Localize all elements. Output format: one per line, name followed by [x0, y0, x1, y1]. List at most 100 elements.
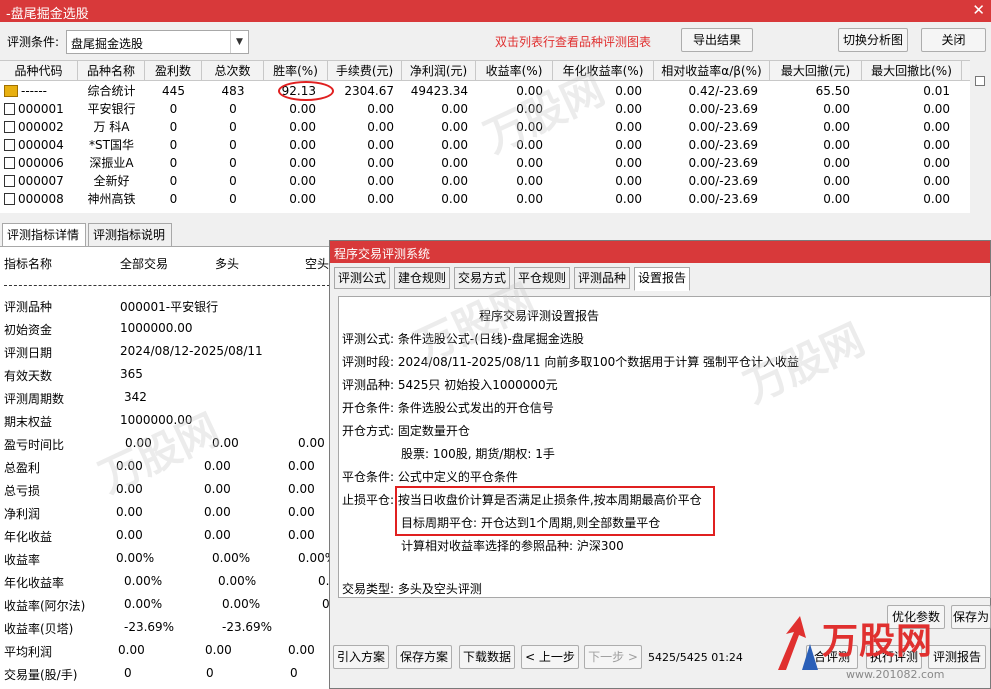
- tab-formula[interactable]: 评测公式: [334, 267, 391, 289]
- detail-name: 年化收益: [4, 530, 53, 544]
- table-cell: 0.00: [367, 138, 394, 152]
- table-cell: 0.00: [516, 174, 543, 188]
- detail-name: 评测日期: [4, 346, 53, 360]
- table-cell: 0: [229, 192, 237, 206]
- tab-detail[interactable]: 评测指标详情: [2, 223, 86, 247]
- column-header[interactable]: 盈利数: [145, 61, 202, 81]
- detail-name: 收益率(阿尔法): [4, 599, 86, 613]
- table-header: 品种代码 品种名称 盈利数 总次数 胜率(%) 手续费(元) 净利润(元) 收益率(%) 年化收…: [0, 61, 970, 81]
- logo-arrow-icon: [778, 616, 818, 670]
- table-cell: *ST国华: [89, 138, 134, 152]
- table-row[interactable]: 000004 *ST国华 0 0 0.00 0.00 0.00 0.00 0.00 0.00/-2…: [0, 136, 970, 154]
- column-header[interactable]: 最大回撤(元): [770, 61, 862, 81]
- column-header[interactable]: 最大回撤比(%): [862, 61, 962, 81]
- column-header[interactable]: 相对收益率α/β(%): [654, 61, 770, 81]
- tab-close-rule[interactable]: 平仓规则: [514, 267, 571, 289]
- table-cell: 0: [229, 156, 237, 170]
- table-cell: 0.00: [289, 138, 316, 152]
- table-cell: 0.00: [923, 156, 950, 170]
- detail-name: 期末权益: [4, 415, 53, 429]
- tab-report-settings[interactable]: 设置报告: [634, 267, 691, 291]
- detail-long: 0.00: [204, 528, 231, 542]
- detail-short: 0.00: [288, 505, 315, 519]
- report-line: 开仓条件: 条件选股公式发出的开仓信号: [342, 401, 554, 415]
- column-header[interactable]: 品种代码: [0, 61, 78, 81]
- table-cell: 0.00: [823, 120, 850, 134]
- column-header[interactable]: 品种名称: [78, 61, 145, 81]
- table-cell: 0: [169, 192, 178, 206]
- table-row[interactable]: 000002 万 科A 0 0 0.00 0.00 0.00 0.00 0.00 0.00/-23…: [0, 118, 970, 136]
- report-line: 开仓方式: 固定数量开仓: [342, 424, 470, 438]
- tab-open-rule[interactable]: 建仓规则: [394, 267, 451, 289]
- close-icon[interactable]: ✕: [972, 1, 985, 19]
- tab-trade-mode[interactable]: 交易方式: [454, 267, 511, 289]
- table-cell: 0: [229, 174, 237, 188]
- save-plan-button[interactable]: 保存方案: [396, 645, 452, 669]
- table-cell: 000006: [0, 154, 78, 172]
- table-row[interactable]: 000007 全新好 0 0 0.00 0.00 0.00 0.00 0.00 0.00/-23.…: [0, 172, 970, 190]
- table-cell: 000001: [0, 100, 78, 118]
- table-row[interactable]: 000001 平安银行 0 0 0.00 0.00 0.00 0.00 0.00 0.00/-23…: [0, 100, 970, 118]
- brand-logo: 万股网 www.201082.com: [770, 610, 985, 686]
- switch-chart-button[interactable]: 切换分析图: [838, 28, 908, 52]
- table-cell: 0.00/-23.69: [688, 192, 758, 206]
- table-cell: 0.00: [823, 102, 850, 116]
- chevron-down-icon[interactable]: ▼: [230, 31, 248, 53]
- tab-explanation[interactable]: 评测指标说明: [88, 223, 172, 247]
- table-cell: 49423.34: [410, 84, 468, 98]
- detail-name: 有效天数: [4, 369, 53, 383]
- table-cell: 0: [169, 120, 178, 134]
- table-cell: 65.50: [815, 84, 850, 98]
- table-cell: 0: [169, 102, 178, 116]
- column-header[interactable]: 总次数: [202, 61, 264, 81]
- detail-name: 收益率: [4, 553, 41, 567]
- close-button[interactable]: 关闭: [921, 28, 986, 52]
- divider: [4, 285, 330, 286]
- table-cell: 0: [229, 138, 237, 152]
- import-plan-button[interactable]: 引入方案: [333, 645, 389, 669]
- table-cell: 0.00: [615, 156, 642, 170]
- table-cell: 0: [169, 174, 178, 188]
- tab-instruments[interactable]: 评测品种: [574, 267, 631, 289]
- detail-all: 365: [120, 367, 143, 381]
- detail-tabs: 评测指标详情 评测指标说明: [0, 223, 330, 247]
- table-cell: 0.00: [441, 138, 468, 152]
- table-cell: 万 科A: [93, 120, 130, 134]
- table-cell: 000007: [0, 172, 78, 190]
- code-text: 000008: [18, 192, 64, 206]
- detail-all: 0.00: [118, 643, 145, 657]
- detail-long: 0.00: [212, 436, 239, 450]
- table-cell: 0.00/-23.69: [688, 120, 758, 134]
- detail-name: 总盈利: [4, 461, 41, 475]
- column-header[interactable]: 手续费(元): [328, 61, 402, 81]
- detail-long: -23.69%: [222, 620, 273, 634]
- column-header[interactable]: 收益率(%): [476, 61, 553, 81]
- detail-long: 0.00%: [212, 551, 251, 565]
- column-header[interactable]: 胜率(%): [264, 61, 328, 81]
- table-cell: 445: [162, 84, 185, 98]
- column-checkbox[interactable]: [975, 76, 985, 86]
- download-data-button[interactable]: 下载数据: [459, 645, 515, 669]
- next-step-button[interactable]: 下一步 >: [584, 645, 642, 669]
- table-cell: 0.00: [289, 192, 316, 206]
- report-heading: 程序交易评测设置报告: [479, 309, 600, 323]
- table-cell: 0.00: [441, 120, 468, 134]
- table-cell: 0.00: [516, 138, 543, 152]
- table-row[interactable]: 000008 神州高铁 0 0 0.00 0.00 0.00 0.00 0.00 0.00/-23…: [0, 190, 970, 208]
- dialog-title-bar: 程序交易评测系统: [330, 241, 990, 263]
- table-row[interactable]: ------ 综合统计 445 483 92.13 2304.67 49423.34 0.00…: [0, 82, 970, 100]
- export-button[interactable]: 导出结果: [681, 28, 753, 52]
- table-cell: 483: [221, 84, 245, 98]
- condition-select[interactable]: 盘尾掘金选股 ▼: [66, 30, 249, 54]
- report-line: 计算相对收益率选择的参照品种: 沪深300: [401, 539, 624, 553]
- detail-name: 净利润: [4, 507, 41, 521]
- table-cell: 0.00: [823, 156, 850, 170]
- logo-url: www.201082.com: [846, 668, 945, 681]
- column-header[interactable]: 年化收益率(%): [553, 61, 654, 81]
- detail-name: 交易量(股/手): [4, 668, 78, 682]
- table-cell: 0.00: [923, 120, 950, 134]
- prev-step-button[interactable]: < 上一步: [521, 645, 579, 669]
- column-header[interactable]: 净利润(元): [402, 61, 476, 81]
- table-row[interactable]: 000006 深振业A 0 0 0.00 0.00 0.00 0.00 0.00 0.00/-23…: [0, 154, 970, 172]
- document-icon: [4, 121, 15, 133]
